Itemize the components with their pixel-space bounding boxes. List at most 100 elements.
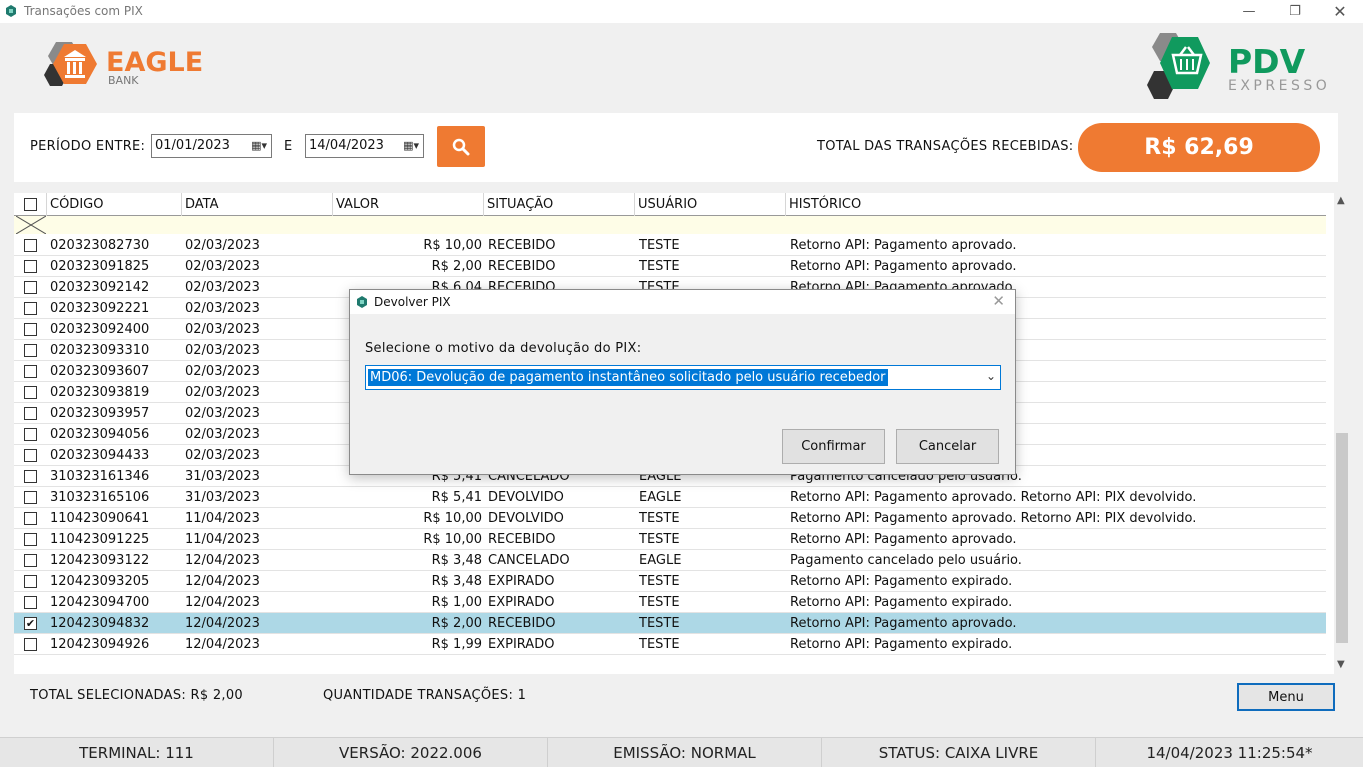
status-datetime: 14/04/2023 11:25:54* xyxy=(1146,744,1313,762)
total-received-value: R$ 62,69 xyxy=(1078,123,1320,172)
row-date: 02/03/2023 xyxy=(185,280,260,295)
dialog-close-icon[interactable]: ✕ xyxy=(992,292,1005,310)
eagle-bank-logo: EAGLE BANK xyxy=(42,38,207,97)
scroll-thumb[interactable] xyxy=(1336,433,1348,643)
and-label: E xyxy=(284,139,293,154)
row-checkbox[interactable] xyxy=(24,428,37,441)
scroll-down-icon[interactable]: ▼ xyxy=(1337,659,1345,670)
start-date-picker[interactable]: 01/01/2023 ▦▾ xyxy=(151,134,272,158)
row-status: RECEBIDO xyxy=(488,259,556,274)
table-row[interactable]: 120423093205 12/04/2023 R$ 3,48 EXPIRADO TES… xyxy=(14,571,1326,592)
col-value-header[interactable]: VALOR xyxy=(333,193,484,216)
vertical-scrollbar[interactable]: ▲ ▼ xyxy=(1334,193,1350,674)
row-value: R$ 5,41 xyxy=(431,490,482,505)
table-row[interactable]: 120423094926 12/04/2023 R$ 1,99 EXPIRADO TES… xyxy=(14,634,1326,655)
row-history: Retorno API: Pagamento aprovado. xyxy=(790,259,1017,274)
row-code: 020323093310 xyxy=(50,343,150,358)
restore-icon[interactable]: ❐ xyxy=(1272,0,1318,23)
row-checkbox[interactable] xyxy=(24,449,37,462)
col-date-header[interactable]: DATA xyxy=(182,193,333,216)
app-icon xyxy=(6,5,16,17)
row-checkbox[interactable]: ✔ xyxy=(24,617,37,630)
bank-logo-text: BANK xyxy=(108,74,139,87)
row-history: Retorno API: Pagamento aprovado. xyxy=(790,532,1017,547)
row-user: TESTE xyxy=(639,532,680,547)
select-all-checkbox[interactable] xyxy=(24,198,37,211)
row-checkbox[interactable] xyxy=(24,533,37,546)
row-history: Retorno API: Pagamento expirado. xyxy=(790,637,1013,652)
col-status-header[interactable]: SITUAÇÃO xyxy=(484,193,635,216)
table-row[interactable]: 310323165106 31/03/2023 R$ 5,41 DEVOLVIDO EA… xyxy=(14,487,1326,508)
row-value: R$ 1,99 xyxy=(431,637,482,652)
row-code: 110423090641 xyxy=(50,511,150,526)
row-user: TESTE xyxy=(639,574,680,589)
table-row[interactable]: 120423093122 12/04/2023 R$ 3,48 CANCELADO EA… xyxy=(14,550,1326,571)
row-checkbox[interactable] xyxy=(24,323,37,336)
end-date-value: 14/04/2023 xyxy=(309,138,384,153)
row-checkbox[interactable] xyxy=(24,491,37,504)
row-checkbox[interactable] xyxy=(24,596,37,609)
row-user: TESTE xyxy=(639,637,680,652)
row-checkbox[interactable] xyxy=(24,239,37,252)
expresso-logo-text: EXPRESSO xyxy=(1228,78,1330,94)
search-icon xyxy=(452,138,470,155)
row-checkbox[interactable] xyxy=(24,365,37,378)
row-date: 02/03/2023 xyxy=(185,406,260,421)
row-status: EXPIRADO xyxy=(488,595,555,610)
row-date: 02/03/2023 xyxy=(185,238,260,253)
row-checkbox[interactable] xyxy=(24,638,37,651)
row-code: 020323094433 xyxy=(50,448,150,463)
window-title: Transações com PIX xyxy=(24,4,143,18)
reason-select[interactable]: MD06: Devolução de pagamento instantâneo… xyxy=(365,365,1001,390)
row-date: 12/04/2023 xyxy=(185,637,260,652)
table-row[interactable]: 110423090641 11/04/2023 R$ 10,00 DEVOLVIDO T… xyxy=(14,508,1326,529)
row-checkbox[interactable] xyxy=(24,575,37,588)
row-code: 120423094926 xyxy=(50,637,150,652)
row-checkbox[interactable] xyxy=(24,386,37,399)
grid-header: CÓDIGO DATA VALOR SITUAÇÃO USUÁRIO HISTÓ… xyxy=(14,193,1326,216)
row-checkbox[interactable] xyxy=(24,344,37,357)
menu-button[interactable]: Menu xyxy=(1237,683,1335,711)
table-row[interactable]: 020323082730 02/03/2023 R$ 10,00 RECEBIDO TE… xyxy=(14,235,1326,256)
row-checkbox[interactable] xyxy=(24,260,37,273)
row-status: EXPIRADO xyxy=(488,574,555,589)
row-date: 02/03/2023 xyxy=(185,301,260,316)
table-row[interactable]: 110423091225 11/04/2023 R$ 10,00 RECEBIDO TE… xyxy=(14,529,1326,550)
row-checkbox[interactable] xyxy=(24,470,37,483)
row-date: 02/03/2023 xyxy=(185,385,260,400)
row-status: RECEBIDO xyxy=(488,532,556,547)
calendar-dropdown-icon[interactable]: ▦▾ xyxy=(403,139,419,152)
calendar-dropdown-icon[interactable]: ▦▾ xyxy=(251,139,267,152)
new-row-placeholder[interactable] xyxy=(14,216,1326,234)
confirm-button[interactable]: Confirmar xyxy=(782,429,885,464)
row-checkbox[interactable] xyxy=(24,407,37,420)
row-checkbox[interactable] xyxy=(24,281,37,294)
col-user-header[interactable]: USUÁRIO xyxy=(635,193,786,216)
chevron-down-icon[interactable]: ⌄ xyxy=(986,369,996,383)
end-date-picker[interactable]: 14/04/2023 ▦▾ xyxy=(305,134,424,158)
row-value: R$ 2,00 xyxy=(431,616,482,631)
select-all-header xyxy=(14,193,47,216)
row-code: 020323093819 xyxy=(50,385,150,400)
row-value: R$ 10,00 xyxy=(423,238,482,253)
table-row[interactable]: 120423094700 12/04/2023 R$ 1,00 EXPIRADO TES… xyxy=(14,592,1326,613)
col-history-header[interactable]: HISTÓRICO xyxy=(786,193,1326,216)
row-code: 020323094056 xyxy=(50,427,150,442)
scroll-up-icon[interactable]: ▲ xyxy=(1337,195,1345,206)
table-row[interactable]: ✔ 120423094832 12/04/2023 R$ 2,00 RECEBIDO TE… xyxy=(14,613,1326,634)
row-code: 020323092221 xyxy=(50,301,150,316)
cancel-button[interactable]: Cancelar xyxy=(896,429,999,464)
row-date: 02/03/2023 xyxy=(185,364,260,379)
row-status: CANCELADO xyxy=(488,553,570,568)
table-row[interactable]: 020323091825 02/03/2023 R$ 2,00 RECEBIDO TES… xyxy=(14,256,1326,277)
row-checkbox[interactable] xyxy=(24,512,37,525)
row-user: EAGLE xyxy=(639,553,682,568)
row-checkbox[interactable] xyxy=(24,554,37,567)
status-bar: TERMINAL: 111 VERSÃO: 2022.006 EMISSÃO: … xyxy=(0,737,1363,767)
search-button[interactable] xyxy=(437,126,485,167)
row-checkbox[interactable] xyxy=(24,302,37,315)
col-code-header[interactable]: CÓDIGO xyxy=(47,193,182,216)
close-icon[interactable]: ✕ xyxy=(1317,0,1363,23)
row-user: EAGLE xyxy=(639,490,682,505)
minimize-icon[interactable]: — xyxy=(1226,0,1272,23)
